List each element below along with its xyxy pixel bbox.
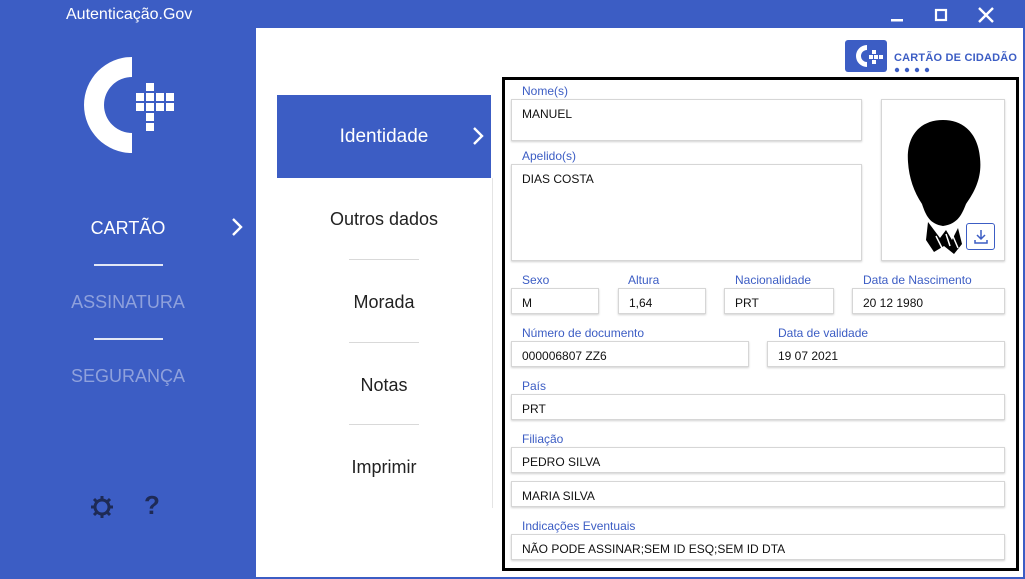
- sidebar-item-cartao[interactable]: CARTÃO: [0, 218, 256, 239]
- tab-notas[interactable]: Notas: [277, 375, 491, 396]
- nomes-label: Nome(s): [522, 84, 569, 98]
- sexo-field: M: [511, 288, 599, 314]
- title-bar: Autenticação.Gov: [0, 0, 1025, 30]
- help-button[interactable]: ?: [144, 490, 160, 521]
- validade-field: 19 07 2021: [767, 341, 1005, 367]
- download-photo-button[interactable]: [966, 223, 995, 250]
- close-icon: [978, 7, 994, 23]
- sexo-label: Sexo: [522, 273, 550, 287]
- minimize-icon: [891, 19, 903, 22]
- filiacao-mae-field: MARIA SILVA: [511, 481, 1005, 507]
- app-title: Autenticação.Gov: [66, 6, 193, 23]
- nascimento-label: Data de Nascimento: [863, 273, 972, 287]
- tab-morada[interactable]: Morada: [277, 292, 491, 313]
- tab-divider: [349, 259, 419, 260]
- sidebar-item-assinatura[interactable]: ASSINATURA: [0, 292, 256, 313]
- close-button[interactable]: [966, 2, 1006, 28]
- cartao-cidadao-logo: [84, 57, 174, 153]
- indicacoes-field: NÃO PODE ASSINAR;SEM ID ESQ;SEM ID DTA: [511, 534, 1005, 560]
- sidebar-item-label: SEGURANÇA: [70, 366, 186, 386]
- documento-field: 000006807 ZZ6: [511, 341, 749, 367]
- filiacao-label: Filiação: [522, 432, 564, 446]
- nacionalidade-field: PRT: [724, 288, 834, 314]
- gear-icon[interactable]: [90, 495, 114, 519]
- sidebar-item-label: CARTÃO: [90, 218, 166, 238]
- pais-label: País: [522, 379, 547, 393]
- sidebar-item-label: ASSINATURA: [71, 292, 185, 312]
- chevron-right-icon: [473, 127, 484, 145]
- maximize-button[interactable]: [921, 2, 961, 28]
- sidebar-divider: [94, 264, 163, 266]
- altura-label: Altura: [628, 273, 660, 287]
- sidebar-item-seguranca[interactable]: SEGURANÇA: [0, 366, 256, 387]
- validade-label: Data de validade: [778, 326, 869, 340]
- tab-divider: [349, 424, 419, 425]
- tab-identidade[interactable]: Identidade: [277, 95, 491, 178]
- maximize-icon: [934, 8, 948, 22]
- filiacao-pai-field: PEDRO SILVA: [511, 447, 1005, 473]
- download-icon: [973, 229, 988, 244]
- tab-imprimir[interactable]: Imprimir: [277, 457, 491, 478]
- documento-label: Número de documento: [522, 326, 645, 340]
- nascimento-field: 20 12 1980: [852, 288, 1005, 314]
- panel-divider: [492, 178, 493, 508]
- nomes-field: MANUEL: [511, 99, 862, 141]
- tab-outros-dados[interactable]: Outros dados: [277, 209, 491, 230]
- apelidos-label: Apelido(s): [522, 149, 577, 163]
- indicacoes-label: Indicações Eventuais: [522, 519, 636, 533]
- tab-label: Identidade: [339, 125, 429, 147]
- minimize-button[interactable]: [877, 2, 917, 28]
- pais-field: PRT: [511, 394, 1005, 420]
- apelidos-field: DIAS COSTA: [511, 164, 862, 261]
- tab-divider: [349, 342, 419, 343]
- chevron-right-icon: [232, 218, 243, 236]
- brand-text: CARTÃO DE CIDADÃO: [894, 52, 1018, 64]
- nacionalidade-label: Nacionalidade: [735, 273, 812, 287]
- sidebar-divider: [94, 338, 163, 340]
- altura-field: 1,64: [618, 288, 706, 314]
